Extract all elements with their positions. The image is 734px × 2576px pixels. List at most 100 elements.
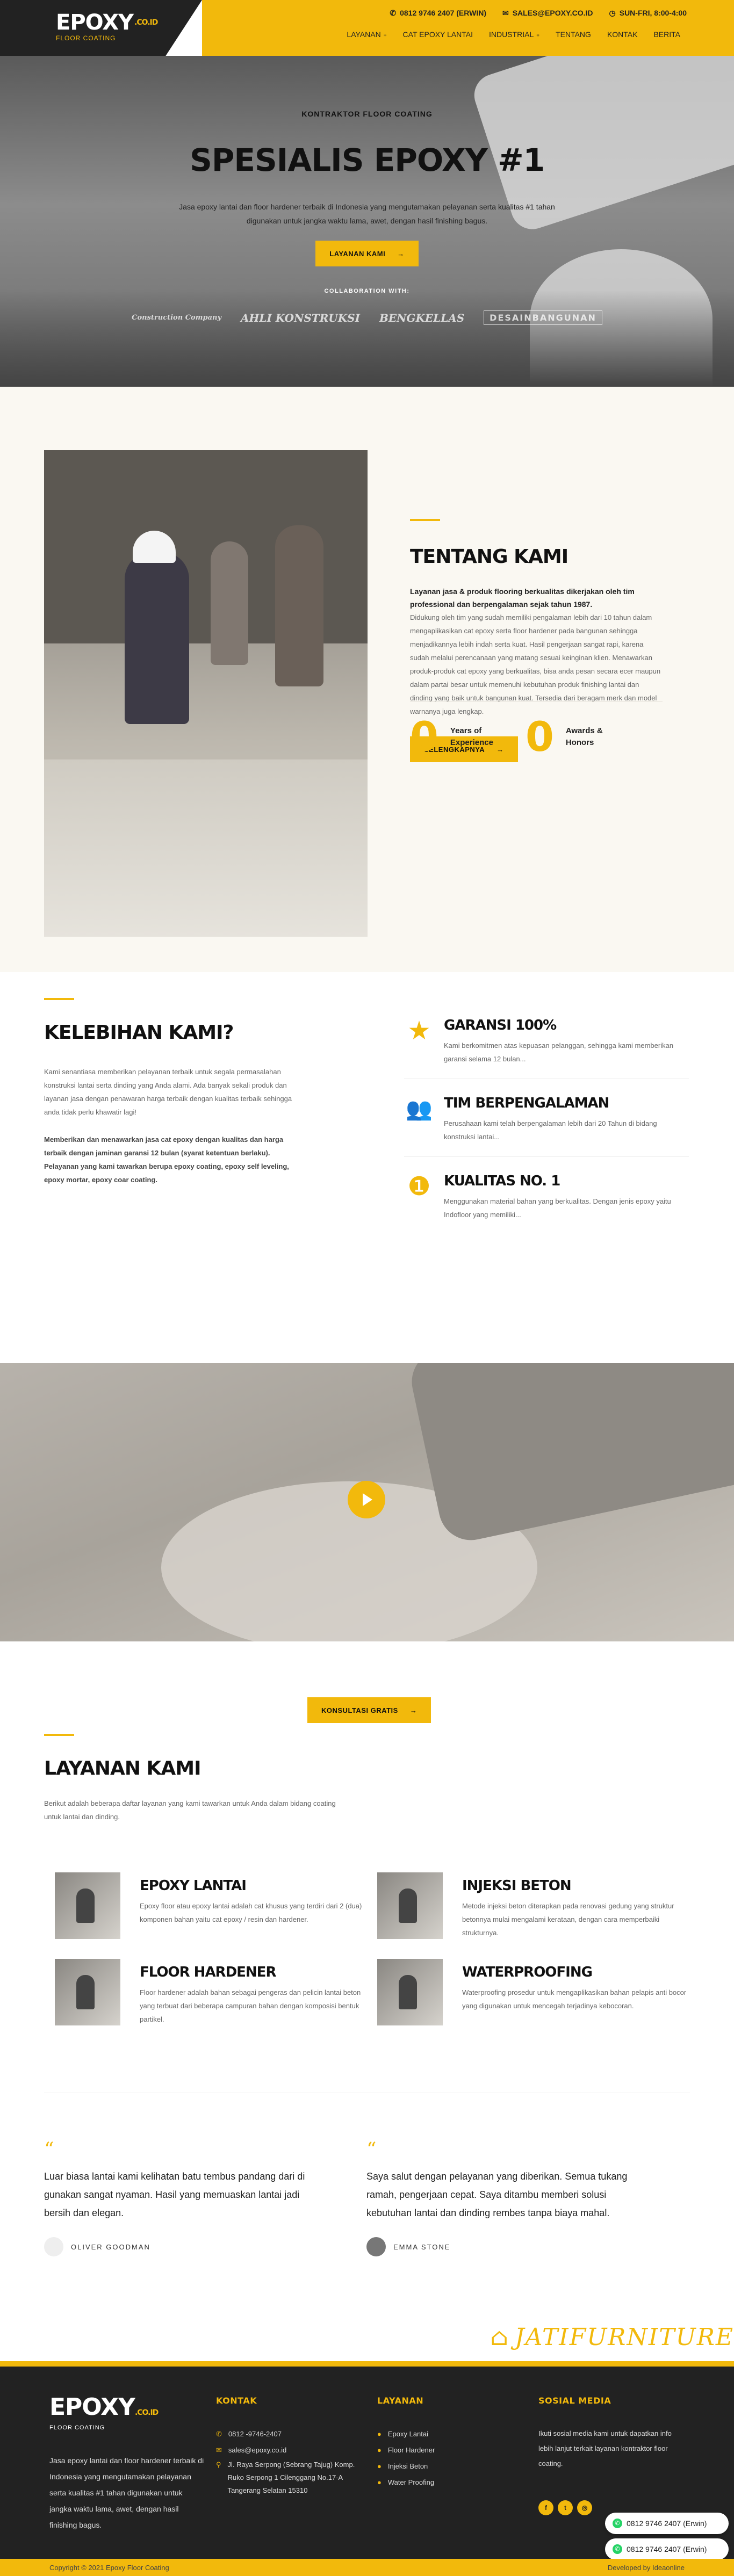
about-section: TENTANG KAMI Layanan jasa & produk floor… bbox=[0, 387, 734, 972]
feature-title: GARANSI 100% bbox=[444, 1017, 557, 1033]
feature-title: TIM BERPENGALAMAN bbox=[444, 1095, 609, 1111]
nav-industrial[interactable]: INDUSTRIAL + bbox=[489, 30, 539, 39]
stat-years: 0 Years of Experience bbox=[410, 713, 493, 761]
feature-title: KUALITAS NO. 1 bbox=[444, 1173, 560, 1189]
team-icon: 👥 bbox=[406, 1097, 433, 1121]
footer-phone[interactable]: ✆ 0812 -9746-2407 bbox=[216, 2426, 366, 2442]
nav-berita[interactable]: BERITA bbox=[653, 30, 680, 39]
quote-icon: “ bbox=[44, 2139, 54, 2161]
about-photo bbox=[44, 450, 368, 937]
feature-text: Perusahaan kami telah berpengalaman lebi… bbox=[444, 1119, 657, 1141]
partner-logo-jatifurniture[interactable]: ⌂ JATIFURNITURE bbox=[490, 2324, 734, 2351]
facebook-icon[interactable]: f bbox=[538, 2500, 553, 2515]
stats: 0 Years of Experience 0 Awards & Honors bbox=[410, 701, 663, 758]
service-title: FLOOR HARDENER bbox=[140, 1964, 276, 1980]
footer-social: SOSIAL MEDIA Ikuti sosial media kami unt… bbox=[538, 2396, 673, 2515]
footer-description: Jasa epoxy lantai dan floor hardener ter… bbox=[49, 2456, 204, 2529]
footer-social-text: Ikuti sosial media kami untuk dapatkan i… bbox=[538, 2429, 672, 2468]
footer-email[interactable]: ✉ sales@epoxy.co.id bbox=[216, 2442, 366, 2458]
partner-logo: DESAINBANGUNAN bbox=[484, 310, 602, 325]
logo-tld: .CO.ID bbox=[134, 18, 158, 27]
logo-sub: FLOOR COATING bbox=[56, 34, 116, 42]
advantages-title: KELEBIHAN KAMI? bbox=[44, 1022, 234, 1044]
site-header: EPOXY .CO.ID FLOOR COATING ✆ 0812 9746 240… bbox=[0, 0, 734, 56]
testimonial-author: EMMA STONE bbox=[393, 2242, 451, 2251]
nav-layanan[interactable]: LAYANAN + bbox=[347, 30, 386, 39]
footer-contact: KONTAK ✆ 0812 -9746-2407 ✉ sales@epoxy.co.… bbox=[216, 2396, 366, 2497]
copyright-text: Copyright © 2021 Epoxy Floor Coating bbox=[49, 2564, 169, 2572]
logo-text: EPOXY bbox=[56, 10, 134, 35]
services-section: KONSULTASI GRATIS → LAYANAN KAMI Berikut … bbox=[0, 1641, 734, 2093]
testimonial: “ Luar biasa lantai kami kelihatan batu … bbox=[44, 2139, 323, 2256]
footer-logo[interactable]: EPOXY.CO.ID FLOOR COATING bbox=[49, 2396, 205, 2432]
service-item[interactable]: WATERPROOFING Waterproofing prosedur untu… bbox=[377, 1959, 689, 2026]
collab-label: COLLABORATION WITH: bbox=[324, 288, 410, 294]
chevron-down-icon: + bbox=[536, 33, 540, 39]
advantages-text-2: Memberikan dan menawarkan jasa cat epoxy… bbox=[44, 1135, 289, 1184]
service-title: EPOXY LANTAI bbox=[140, 1878, 247, 1894]
hero-services-button[interactable]: LAYANAN KAMI → bbox=[315, 241, 419, 266]
developer-credit[interactable]: Developed by Ideaonline bbox=[608, 2564, 685, 2572]
hero-eyebrow: KONTRAKTOR FLOOR COATING bbox=[301, 110, 433, 118]
instagram-icon[interactable]: ◎ bbox=[577, 2500, 592, 2515]
advantages-section: KELEBIHAN KAMI? Kami senantiasa memberik… bbox=[0, 972, 734, 1363]
arrow-right-icon: → bbox=[409, 1706, 418, 1714]
footer-services-title: LAYANAN bbox=[377, 2396, 424, 2406]
services-grid: EPOXY LANTAI Epoxy floor atau epoxy lanta… bbox=[55, 1872, 689, 2026]
testimonial-text: Saya salut dengan pelayanan yang diberik… bbox=[366, 2171, 628, 2218]
footer-link[interactable]: ● Water Proofing bbox=[377, 2474, 435, 2491]
hero-section: KONTRAKTOR FLOOR COATING SPESIALIS EPOXY… bbox=[0, 56, 734, 387]
footer-link[interactable]: ● Injeksi Beton bbox=[377, 2458, 435, 2474]
stat-awards: 0 Awards & Honors bbox=[525, 713, 603, 761]
feature-item: ★ GARANSI 100% Kami berkomitmen atas kepu… bbox=[404, 1017, 689, 1079]
nav-cat-epoxy[interactable]: CAT EPOXY LANTAI bbox=[403, 30, 473, 39]
nav-tentang[interactable]: TENTANG bbox=[556, 30, 591, 39]
services-description: Berikut adalah beberapa daftar layanan y… bbox=[44, 1799, 336, 1821]
whatsapp-button[interactable]: ✆ 0812 9746 2407 (Erwin) bbox=[605, 2538, 729, 2560]
avatar bbox=[44, 2237, 63, 2256]
whatsapp-button[interactable]: ✆ 0812 9746 2407 (Erwin) bbox=[605, 2513, 729, 2534]
twitter-icon[interactable]: t bbox=[558, 2500, 573, 2515]
copyright-bar: Copyright © 2021 Epoxy Floor Coating Dev… bbox=[0, 2559, 734, 2576]
video-bg-shape bbox=[406, 1363, 734, 1546]
main-nav: LAYANAN + CAT EPOXY LANTAI INDUSTRIAL + TE… bbox=[347, 30, 680, 39]
medal-icon: ❶ bbox=[407, 1173, 431, 1201]
house-icon: ⌂ bbox=[490, 2324, 509, 2351]
site-logo[interactable]: EPOXY .CO.ID FLOOR COATING bbox=[56, 10, 158, 42]
testimonial-text: Luar biasa lantai kami kelihatan batu te… bbox=[44, 2171, 305, 2218]
topbar: ✆ 0812 9746 2407 (ERWIN) ✉ SALES@EPOXY.CO.… bbox=[390, 9, 687, 18]
whatsapp-icon: ✆ bbox=[613, 2519, 622, 2528]
partner-logo: Construction Company bbox=[132, 314, 222, 322]
service-text: Floor hardener adalah bahan sebagai peng… bbox=[140, 1988, 361, 2023]
service-title: WATERPROOFING bbox=[462, 1964, 593, 1980]
advantages-text: Kami senantiasa memberikan pelayanan ter… bbox=[44, 1068, 292, 1116]
topbar-phone[interactable]: 0812 9746 2407 (ERWIN) bbox=[400, 9, 486, 17]
accent-bar bbox=[44, 1734, 74, 1736]
footer-contact-title: KONTAK bbox=[216, 2396, 257, 2406]
hero-title: SPESIALIS EPOXY #1 bbox=[190, 142, 545, 178]
footer-link[interactable]: ● Floor Hardener bbox=[377, 2442, 435, 2458]
video-section bbox=[0, 1363, 734, 1641]
footer-link[interactable]: ● Epoxy Lantai bbox=[377, 2426, 435, 2442]
partner-logo: BENGKELLAS bbox=[379, 311, 465, 324]
service-item[interactable]: EPOXY LANTAI Epoxy floor atau epoxy lanta… bbox=[55, 1872, 377, 1940]
about-title: TENTANG KAMI bbox=[410, 546, 569, 568]
testimonials-section: “ Luar biasa lantai kami kelihatan batu … bbox=[44, 2093, 690, 2318]
service-text: Metode injeksi beton diterapkan pada ren… bbox=[462, 1902, 674, 1937]
footer-social-title: SOSIAL MEDIA bbox=[538, 2396, 611, 2406]
service-title: INJEKSI BETON bbox=[462, 1878, 572, 1894]
topbar-email[interactable]: SALES@EPOXY.CO.ID bbox=[513, 9, 593, 17]
footer-about: EPOXY.CO.ID FLOOR COATING Jasa epoxy lan… bbox=[49, 2396, 205, 2533]
service-item[interactable]: FLOOR HARDENER Floor hardener adalah baha… bbox=[55, 1959, 377, 2026]
whatsapp-icon: ✆ bbox=[613, 2544, 622, 2554]
nav-kontak[interactable]: KONTAK bbox=[607, 30, 638, 39]
about-lead: Layanan jasa & produk flooring berkualit… bbox=[410, 587, 635, 609]
consult-button[interactable]: KONSULTASI GRATIS → bbox=[307, 1697, 431, 1723]
service-item[interactable]: INJEKSI BETON Metode injeksi beton ditera… bbox=[377, 1872, 689, 1940]
footer-services: LAYANAN ● Epoxy Lantai ● Floor Hardener ● I… bbox=[377, 2396, 435, 2491]
accent-bar bbox=[410, 519, 440, 521]
hero-description: Jasa epoxy lantai dan floor hardener ter… bbox=[179, 202, 555, 225]
site-footer: EPOXY.CO.ID FLOOR COATING Jasa epoxy lan… bbox=[0, 2361, 734, 2576]
avatar bbox=[366, 2237, 386, 2256]
play-button[interactable] bbox=[348, 1481, 385, 1518]
